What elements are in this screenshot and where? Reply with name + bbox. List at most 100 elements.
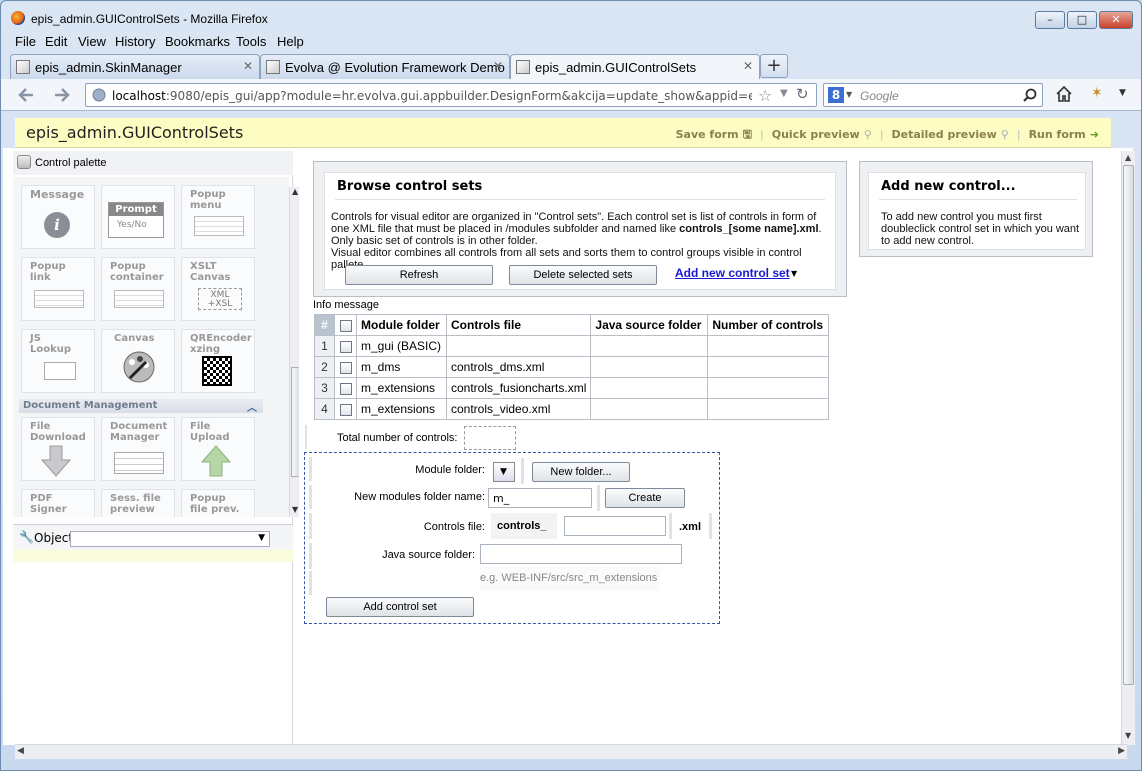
row-checkbox[interactable]	[339, 340, 352, 353]
desc-line: one XML file that must be placed in /mod…	[331, 223, 677, 235]
item-sub: file prev.	[190, 504, 240, 515]
page-vertical-scrollbar[interactable]: ▲ ▼	[1121, 151, 1135, 745]
delete-selected-sets-button[interactable]: Delete selected sets	[509, 265, 657, 285]
minimize-button[interactable]: –	[1035, 11, 1065, 29]
scroll-down-icon[interactable]: ▼	[1125, 731, 1131, 740]
menu-dropdown-icon[interactable]: ▼	[1119, 88, 1126, 98]
menu-bookmarks[interactable]: Bookmarks	[165, 34, 230, 49]
col-select-all[interactable]	[334, 314, 357, 336]
scroll-thumb[interactable]	[1123, 165, 1134, 685]
tab-evolva-demo[interactable]: Evolva @ Evolution Framework Demo ✕	[260, 54, 510, 79]
menu-history[interactable]: History	[115, 34, 155, 49]
item-sub: Signer	[30, 504, 67, 515]
dropdown-arrow-icon[interactable]: ▼	[791, 269, 797, 278]
back-icon[interactable]	[17, 87, 35, 103]
palette-item-message[interactable]: Message i	[21, 185, 95, 249]
col-controls-file[interactable]: Controls file	[445, 314, 592, 336]
scroll-down-icon[interactable]: ▼	[292, 505, 298, 514]
palette-item-popup-file-preview[interactable]: Popup file prev.	[181, 489, 255, 517]
row-select[interactable]	[334, 398, 357, 420]
menu-edit[interactable]: Edit	[45, 34, 67, 49]
palette-item-popup-link[interactable]: Popup link	[21, 257, 95, 321]
url-bar[interactable]: localhost:9080/epis_gui/app?module=hr.ev…	[85, 83, 817, 107]
palette-item-session-file-preview[interactable]: Sess. file preview	[101, 489, 175, 517]
select-all-checkbox[interactable]	[339, 319, 352, 332]
engine-dropdown-icon[interactable]: ▼	[846, 90, 852, 99]
addon-icon[interactable]: ✶	[1091, 85, 1103, 101]
scroll-left-icon[interactable]: ◀	[17, 746, 24, 756]
row-select[interactable]	[334, 335, 357, 357]
object-label: Object	[34, 531, 74, 545]
close-button[interactable]: ✕	[1099, 11, 1133, 29]
home-icon[interactable]	[1055, 85, 1073, 103]
tab-close-icon[interactable]: ✕	[493, 59, 503, 73]
palette-item-prompt[interactable]: Prompt Yes/No	[101, 185, 175, 249]
row-checkbox[interactable]	[339, 361, 352, 374]
new-folder-name-input[interactable]: m_	[488, 488, 592, 508]
col-module-folder[interactable]: Module folder	[356, 314, 447, 336]
palette-item-popup-container[interactable]: Popup container	[101, 257, 175, 321]
tab-skin-manager[interactable]: epis_admin.SkinManager ✕	[10, 54, 260, 79]
row-checkbox[interactable]	[339, 403, 352, 416]
maximize-button[interactable]: □	[1067, 11, 1097, 29]
row-select[interactable]	[334, 356, 357, 378]
row-number: 2	[314, 356, 335, 378]
history-dropdown-icon[interactable]: ▼	[780, 88, 788, 99]
palette-item-document-manager[interactable]: Document Manager	[101, 417, 175, 481]
menu-tools[interactable]: Tools	[236, 34, 266, 49]
search-bar[interactable]: 8 ▼ Google	[823, 83, 1043, 107]
palette-item-pdf-signer[interactable]: PDF Signer	[21, 489, 95, 517]
new-tab-button[interactable]: +	[760, 54, 788, 78]
palette-item-qrencoder[interactable]: QREncoder xzing	[181, 329, 255, 393]
create-button[interactable]: Create	[605, 488, 685, 508]
tab-close-icon[interactable]: ✕	[743, 59, 753, 73]
table-row[interactable]: 3 m_extensions controls_fusioncharts.xml	[314, 377, 830, 399]
collapse-icon[interactable]: ︿	[247, 399, 257, 414]
browse-title: Browse control sets	[337, 179, 483, 194]
row-select[interactable]	[334, 377, 357, 399]
palette-title: Control palette	[35, 157, 107, 169]
java-source-folder-input[interactable]	[480, 544, 682, 564]
scroll-right-icon[interactable]: ▶	[1118, 746, 1125, 756]
quick-preview-link[interactable]: Quick preview	[772, 128, 860, 141]
menu-view[interactable]: View	[78, 34, 106, 49]
controls-file-input[interactable]	[564, 516, 666, 536]
table-row[interactable]: 4 m_extensions controls_video.xml	[314, 398, 830, 420]
palette-section-document-management[interactable]: Document Management ︿	[19, 399, 263, 414]
separator: |	[759, 128, 764, 141]
new-folder-button[interactable]: New folder...	[532, 462, 630, 482]
tab-close-icon[interactable]: ✕	[243, 59, 253, 73]
table-row[interactable]: 1 m_gui (BASIC)	[314, 335, 830, 357]
refresh-button[interactable]: Refresh	[345, 265, 493, 285]
col-java-source-folder[interactable]: Java source folder	[590, 314, 709, 336]
tab-gui-control-sets[interactable]: epis_admin.GUIControlSets ✕	[510, 54, 760, 80]
row-number: 1	[314, 335, 335, 357]
palette-item-js-lookup[interactable]: JS Lookup	[21, 329, 95, 393]
add-control-set-button[interactable]: Add control set	[326, 597, 474, 617]
detailed-preview-link[interactable]: Detailed preview	[891, 128, 996, 141]
scroll-up-icon[interactable]: ▲	[292, 187, 298, 196]
item-label: File	[190, 421, 211, 432]
run-form-link[interactable]: Run form	[1029, 128, 1086, 141]
object-select[interactable]: ▼	[70, 531, 270, 547]
page-horizontal-scrollbar[interactable]: ◀ ▶	[15, 744, 1127, 759]
col-number-of-controls[interactable]: Number of controls	[707, 314, 830, 336]
scroll-up-icon[interactable]: ▲	[1125, 153, 1131, 162]
palette-item-canvas[interactable]: Canvas	[101, 329, 175, 393]
reload-icon[interactable]: ↻	[796, 85, 809, 103]
palette-item-file-download[interactable]: File Download	[21, 417, 95, 481]
palette-item-xslt-canvas[interactable]: XSLT Canvas XML +XSL	[181, 257, 255, 321]
save-form-link[interactable]: Save form	[676, 128, 739, 141]
bookmark-star-icon[interactable]: ☆	[758, 86, 772, 105]
palette-item-popup-menu[interactable]: Popup menu	[181, 185, 255, 249]
search-icon[interactable]	[1022, 88, 1037, 103]
menu-file[interactable]: File	[15, 34, 36, 49]
total-controls-label: Total number of controls:	[337, 432, 458, 444]
row-checkbox[interactable]	[339, 382, 352, 395]
table-row[interactable]: 2 m_dms controls_dms.xml	[314, 356, 830, 378]
palette-item-file-upload[interactable]: File Upload	[181, 417, 255, 481]
add-new-control-set-link[interactable]: Add new control set	[675, 266, 790, 280]
forward-icon[interactable]	[53, 87, 71, 103]
menu-help[interactable]: Help	[277, 34, 304, 49]
module-folder-select[interactable]: ▼	[493, 462, 515, 482]
